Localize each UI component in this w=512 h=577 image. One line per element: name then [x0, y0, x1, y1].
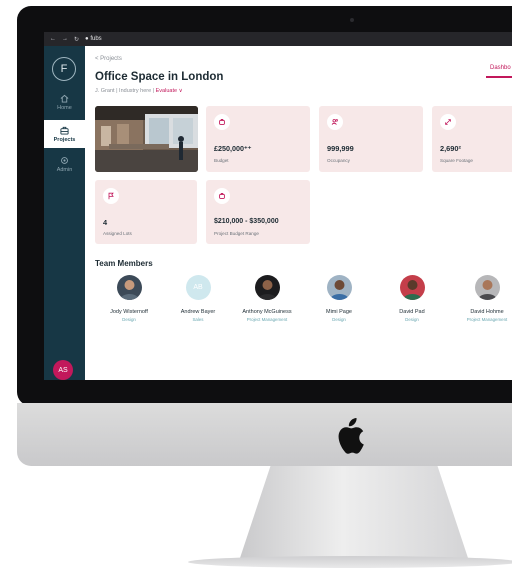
- member-name: Jody Wisternoff: [110, 309, 148, 315]
- member-name: Mimi Page: [326, 309, 352, 315]
- camera-dot: [350, 18, 354, 22]
- stat-card-occupancy[interactable]: 999,999 Occupancy: [319, 106, 423, 172]
- lock-icon: ●: [85, 36, 89, 42]
- member-name: David Hohme: [470, 309, 504, 315]
- stat-value: £250,000⁺⁺: [214, 144, 252, 153]
- team-member[interactable]: David Hohme Project Management: [454, 275, 512, 322]
- sidebar-item-label: Projects: [53, 136, 76, 143]
- avatar: [116, 275, 142, 300]
- sidebar: F Home Projects Admin AS: [44, 46, 85, 380]
- reload-icon[interactable]: ↻: [74, 36, 79, 43]
- back-icon[interactable]: ←: [50, 36, 56, 42]
- stat-card-square-footage[interactable]: 2,690² Square Footage: [432, 106, 512, 172]
- team-member[interactable]: Jody Wisternoff Design: [96, 275, 162, 322]
- avatar: [474, 275, 500, 300]
- member-role: Sales: [192, 317, 204, 322]
- stat-label: Occupancy: [327, 158, 350, 163]
- tab-dashboard[interactable]: Dashbo: [490, 65, 511, 71]
- team-member[interactable]: David Pad Design: [379, 275, 445, 322]
- stat-value: 4: [103, 218, 108, 227]
- stat-card-budget[interactable]: £250,000⁺⁺ Budget: [206, 106, 310, 172]
- user-avatar[interactable]: AS: [53, 360, 73, 380]
- tag-icon: [214, 114, 230, 130]
- member-role: Project Management: [246, 317, 288, 322]
- page-title: Office Space in London: [95, 71, 224, 83]
- app-screen: ← → ↻ ● fubs F Home Projects Admin AS < …: [44, 32, 512, 380]
- stat-card-budget-range[interactable]: $210,000 - $350,000 Project Budget Range: [206, 180, 310, 244]
- sidebar-item-projects[interactable]: Projects: [44, 120, 85, 148]
- url-text: fubs: [90, 36, 102, 42]
- team-member[interactable]: AB Andrew Bayer Sales: [165, 275, 231, 322]
- project-photo: [95, 106, 198, 172]
- member-name: Anthony McGuiness: [242, 309, 292, 315]
- team-member[interactable]: Mimi Page Design: [306, 275, 372, 322]
- member-name: Andrew Bayer: [180, 309, 216, 315]
- sidebar-item-admin[interactable]: Admin: [44, 150, 85, 178]
- people-icon: [327, 114, 343, 130]
- team-member[interactable]: Anthony McGuiness Project Management: [234, 275, 300, 322]
- tag-icon: [214, 188, 230, 204]
- monitor-mockup: ← → ↻ ● fubs F Home Projects Admin AS < …: [0, 0, 512, 577]
- sidebar-item-label: Admin: [56, 166, 73, 173]
- expand-icon: [440, 114, 456, 130]
- home-icon: [60, 94, 69, 103]
- browser-toolbar: ← → ↻ ● fubs: [44, 32, 512, 46]
- avatar: [399, 275, 425, 300]
- apple-logo-icon: [338, 418, 364, 454]
- stat-label: Project Budget Range: [214, 231, 259, 236]
- avatar: AB: [185, 275, 211, 300]
- team-heading: Team Members: [95, 259, 153, 268]
- tab-underline: [486, 76, 512, 78]
- breadcrumb[interactable]: < Projects: [95, 56, 122, 62]
- sidebar-item-home[interactable]: Home: [44, 88, 85, 116]
- stat-value: 2,690²: [440, 144, 461, 153]
- monitor-stand: [238, 466, 470, 564]
- more-options-icon[interactable]: ···: [210, 72, 219, 82]
- forward-icon[interactable]: →: [62, 36, 68, 42]
- address-bar[interactable]: ● fubs: [85, 36, 102, 42]
- sidebar-item-label: Home: [57, 104, 72, 111]
- stat-label: Square Footage: [440, 158, 473, 163]
- avatar: [254, 275, 280, 300]
- project-meta-text: J. Grant | Industry here |: [95, 88, 155, 94]
- member-role: Design: [332, 317, 346, 322]
- stat-value: $210,000 - $350,000: [214, 218, 279, 225]
- stat-label: Assigned Lots: [103, 231, 132, 236]
- gear-icon: [61, 156, 68, 164]
- avatar: [326, 275, 352, 300]
- monitor-chin: [17, 403, 512, 466]
- app-logo[interactable]: F: [52, 57, 76, 81]
- member-name: David Pad: [399, 309, 425, 315]
- member-role: Design: [122, 317, 136, 322]
- flag-icon: [103, 188, 119, 204]
- status-dropdown[interactable]: Evaluate ∨: [156, 88, 183, 94]
- monitor-foot: [188, 556, 512, 568]
- stat-value: 999,999: [327, 144, 354, 153]
- project-meta: J. Grant | Industry here | Evaluate ∨: [95, 88, 183, 94]
- member-role: Project Management: [466, 317, 508, 322]
- stat-label: Budget: [214, 158, 229, 163]
- briefcase-icon: [60, 126, 69, 135]
- member-role: Design: [405, 317, 419, 322]
- stat-card-assigned-lots[interactable]: 4 Assigned Lots: [95, 180, 197, 244]
